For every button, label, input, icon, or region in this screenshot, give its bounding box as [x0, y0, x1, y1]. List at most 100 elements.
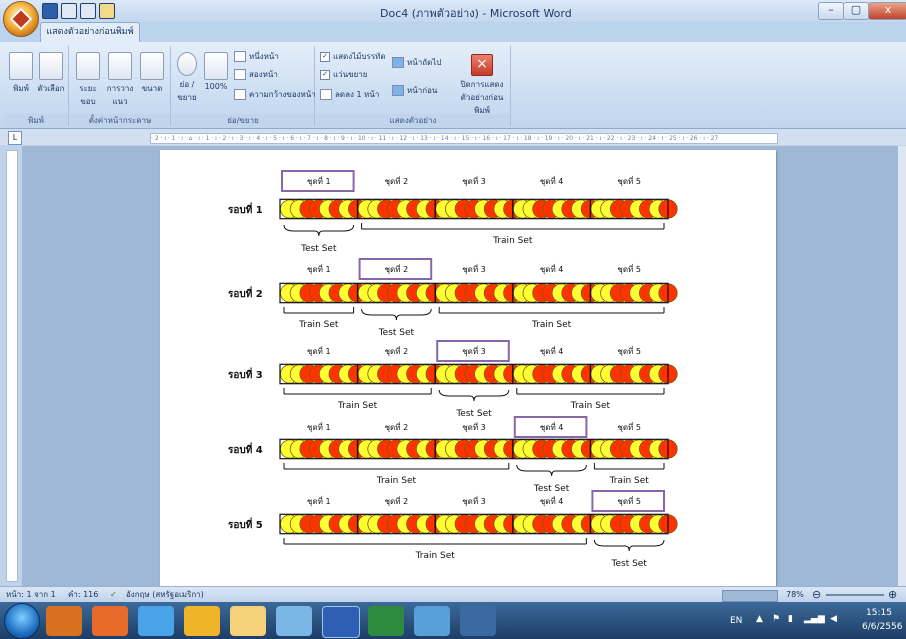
one-page-button[interactable]: หนึ่งหน้า: [234, 50, 279, 64]
set-label: ชุดที่ 1: [307, 495, 331, 506]
one-page-label: หนึ่งหน้า: [249, 52, 279, 61]
page-setup-group: ระยะ ขอบ การวาง แนว ขนาด ตั้งค่าหน้ากระด…: [70, 46, 171, 126]
clock-time[interactable]: 15:15: [866, 608, 892, 618]
action-center-icon[interactable]: ⚑: [772, 614, 780, 624]
volume-icon[interactable]: ◀: [830, 614, 837, 624]
zoom-slider[interactable]: [826, 594, 884, 596]
media-center-icon[interactable]: [46, 606, 82, 636]
options-icon: [39, 52, 63, 80]
zoom-100-button[interactable]: 100%: [202, 52, 230, 91]
print-group: พิมพ์ ตัวเลือก พิมพ์: [4, 46, 69, 126]
train-set-label: Train Set: [415, 551, 456, 561]
horizontal-ruler[interactable]: · 2 · ı · 1 · ı · ⌂ · ı · 1 · ı · 2 · ı …: [150, 133, 778, 144]
power-icon[interactable]: ▮: [788, 614, 793, 624]
set-label: ชุดที่ 4: [540, 345, 564, 356]
set-label: ชุดที่ 1: [307, 345, 331, 356]
set-label: ชุดที่ 3: [462, 263, 486, 274]
input-language[interactable]: EN: [730, 616, 742, 626]
firefox-icon[interactable]: [92, 606, 128, 636]
test-brace: [361, 308, 432, 321]
file-explorer-icon[interactable]: [230, 606, 266, 636]
signal-icon[interactable]: ▂▄▆: [804, 614, 825, 624]
language-indicator[interactable]: อังกฤษ (สหรัฐอเมริกา): [126, 587, 204, 603]
zoom-button[interactable]: ย่อ /ขยาย: [174, 52, 200, 104]
size-button[interactable]: ขนาด: [138, 52, 166, 95]
set-label: ชุดที่ 3: [462, 495, 486, 506]
minimize-button[interactable]: –: [818, 2, 844, 20]
set-label: ชุดที่ 5: [617, 175, 641, 186]
word-icon[interactable]: [322, 606, 360, 638]
close-button[interactable]: x: [868, 2, 906, 20]
internet-explorer-icon[interactable]: [138, 606, 174, 636]
next-page-button[interactable]: หน้าถัดไป: [392, 56, 441, 70]
word-count[interactable]: คำ: 116: [68, 587, 98, 603]
quick-access-toolbar: [42, 3, 115, 19]
two-pages-button[interactable]: สองหน้า: [234, 68, 278, 82]
clock-date[interactable]: 6/6/2556: [862, 622, 902, 632]
start-button[interactable]: [4, 603, 40, 639]
set-label: ชุดที่ 2: [385, 263, 409, 274]
proofing-icon[interactable]: ✓: [110, 587, 117, 603]
print-preview-icon[interactable]: [99, 3, 115, 19]
undo-icon[interactable]: [61, 3, 77, 19]
document-page[interactable]: รอบที่ 1 ชุดที่ 1 ชุดที่ 2 ชุดที่ 3 ชุดที่ 4…: [160, 150, 776, 590]
test-set-label: Test Set: [455, 409, 492, 419]
margins-label: ระยะ ขอบ: [79, 84, 97, 106]
taskbar: [0, 602, 906, 639]
zoom-in-icon[interactable]: ⊕: [888, 589, 897, 600]
set-label: ชุดที่ 2: [385, 175, 409, 186]
set-label: ชุดที่ 3: [462, 421, 486, 432]
checkbox-checked-icon: ✓: [320, 69, 330, 80]
print-button[interactable]: พิมพ์: [8, 52, 34, 95]
train-set-label: Train Set: [298, 320, 339, 330]
office-button[interactable]: [3, 1, 39, 37]
magnifier-checkbox[interactable]: ✓ แว่นขยาย: [320, 68, 367, 82]
previous-page-button[interactable]: หน้าก่อน: [392, 84, 437, 98]
save-icon[interactable]: [42, 3, 58, 19]
set-label: ชุดที่ 5: [617, 495, 641, 506]
train-set-label: Train Set: [609, 476, 650, 486]
tab-selector[interactable]: L: [8, 131, 22, 145]
close-print-preview-button[interactable]: × ปิดการแสดง ตัวอย่างก่อนพิมพ์: [456, 54, 508, 117]
margins-button[interactable]: ระยะ ขอบ: [74, 52, 102, 108]
set-label: ชุดที่ 4: [540, 175, 564, 186]
test-set-label: Test Set: [378, 328, 415, 338]
zoom-100-label: 100%: [204, 82, 228, 91]
preview-group: ✓ แสดงไม้บรรทัด ✓ แว่นขยาย ลดลง 1 หน้า หน้…: [316, 46, 511, 126]
show-hidden-icons-icon[interactable]: ▲: [756, 614, 763, 624]
previous-page-label: หน้าก่อน: [407, 86, 438, 95]
set-label: ชุดที่ 5: [617, 345, 641, 356]
print-group-label: พิมพ์: [4, 114, 68, 126]
show-ruler-label: แสดงไม้บรรทัด: [333, 52, 386, 61]
shrink-one-page-button[interactable]: ลดลง 1 หน้า: [320, 88, 379, 102]
zoom-level[interactable]: 78%: [786, 587, 804, 603]
zoom-label: ย่อ /ขยาย: [177, 80, 197, 102]
page-count[interactable]: หน้า: 1 จาก 1: [6, 587, 56, 603]
excel-icon[interactable]: [368, 606, 404, 636]
page-width-button[interactable]: ความกว้างของหน้า: [234, 88, 316, 102]
pin-icon[interactable]: [460, 606, 496, 636]
show-ruler-checkbox[interactable]: ✓ แสดงไม้บรรทัด: [320, 50, 386, 64]
restore-button[interactable]: ▢: [843, 2, 869, 20]
next-page-label: หน้าถัดไป: [407, 58, 442, 67]
vertical-scrollbar[interactable]: [898, 146, 906, 586]
test-brace: [593, 539, 665, 552]
vertical-ruler[interactable]: [6, 150, 18, 582]
view-buttons[interactable]: [722, 590, 778, 602]
magnifier-label: แว่นขยาย: [333, 70, 368, 79]
zoom-out-icon[interactable]: ⊖: [812, 589, 821, 600]
options-button[interactable]: ตัวเลือก: [36, 52, 66, 95]
set-label: ชุดที่ 2: [385, 421, 409, 432]
orientation-button[interactable]: การวาง แนว: [106, 52, 134, 108]
redo-icon[interactable]: [80, 3, 96, 19]
margins-icon: [76, 52, 100, 80]
size-label: ขนาด: [141, 84, 163, 93]
orientation-icon: [108, 52, 132, 80]
tab-print-preview[interactable]: แสดงตัวอย่างก่อนพิมพ์: [40, 22, 140, 43]
app-icon[interactable]: [414, 606, 450, 636]
test-brace: [438, 389, 510, 402]
chrome-icon[interactable]: [184, 606, 220, 636]
network-icon[interactable]: [276, 606, 312, 636]
set-label: ชุดที่ 4: [540, 421, 564, 432]
train-set-label: Train Set: [337, 401, 378, 411]
